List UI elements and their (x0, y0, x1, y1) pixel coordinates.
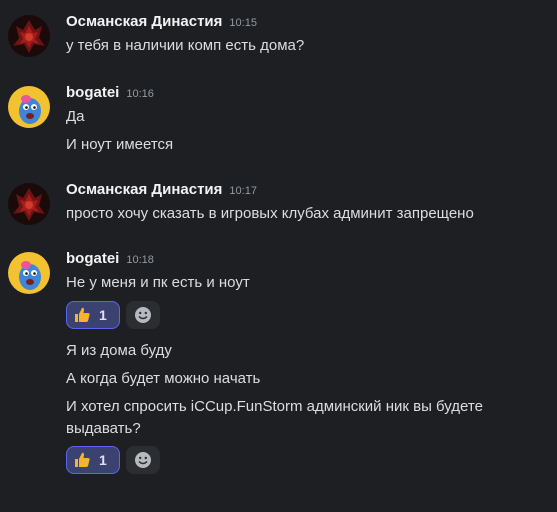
timestamp[interactable]: 10:16 (126, 88, 154, 100)
message-text: И ноут имеется (66, 136, 174, 153)
timestamp[interactable]: 10:17 (229, 185, 257, 197)
message-header: bogatei 10:18 (66, 250, 154, 272)
smiley-add-icon (135, 307, 151, 323)
message-group: Османская Династия 10:15 у тебя в наличи… (0, 13, 557, 63)
thumbs-up-icon (75, 452, 90, 467)
message-header: Османская Династия 10:15 (66, 13, 257, 35)
message-group: bogatei 10:18 Не у меня и пк есть и ноут… (0, 250, 557, 480)
timestamp[interactable]: 10:15 (229, 17, 257, 29)
message-text: просто хочу сказать в игровых клубах адм… (66, 205, 474, 222)
username[interactable]: bogatei (66, 250, 119, 267)
message-text: Да (66, 108, 85, 125)
chat-messages: Османская Династия 10:15 у тебя в наличи… (0, 0, 557, 512)
reaction-thumbs-up[interactable]: 1 (66, 446, 120, 474)
blue-cartoon-avatar-icon[interactable] (8, 252, 50, 294)
username[interactable]: Османская Династия (66, 13, 222, 30)
message-text: у тебя в наличии комп есть дома? (66, 37, 305, 54)
reaction-bar: 1 (66, 301, 160, 331)
reaction-thumbs-up[interactable]: 1 (66, 301, 120, 329)
reaction-count: 1 (99, 452, 107, 468)
message-text: А когда будет можно начать (66, 370, 261, 387)
reaction-bar: 1 (66, 446, 160, 476)
add-reaction-button[interactable] (126, 301, 160, 329)
message-header: bogatei 10:16 (66, 84, 154, 106)
smiley-add-icon (135, 452, 151, 468)
username[interactable]: Османская Династия (66, 181, 222, 198)
message-text: И хотел спросить iCCup.FunStorm админски… (66, 398, 483, 437)
thumbs-up-icon (75, 307, 90, 322)
username[interactable]: bogatei (66, 84, 119, 101)
add-reaction-button[interactable] (126, 446, 160, 474)
message-text: Я из дома буду (66, 342, 172, 359)
message-header: Османская Династия 10:17 (66, 181, 257, 203)
message-text: Не у меня и пк есть и ноут (66, 274, 250, 291)
message-group: Османская Династия 10:17 просто хочу ска… (0, 181, 557, 231)
message-group: bogatei 10:16 Да И ноут имеется (0, 84, 557, 159)
blue-cartoon-avatar-icon[interactable] (8, 86, 50, 128)
reaction-count: 1 (99, 307, 107, 323)
timestamp[interactable]: 10:18 (126, 254, 154, 266)
dark-red-avatar-icon[interactable] (8, 15, 50, 57)
dark-red-avatar-icon[interactable] (8, 183, 50, 225)
